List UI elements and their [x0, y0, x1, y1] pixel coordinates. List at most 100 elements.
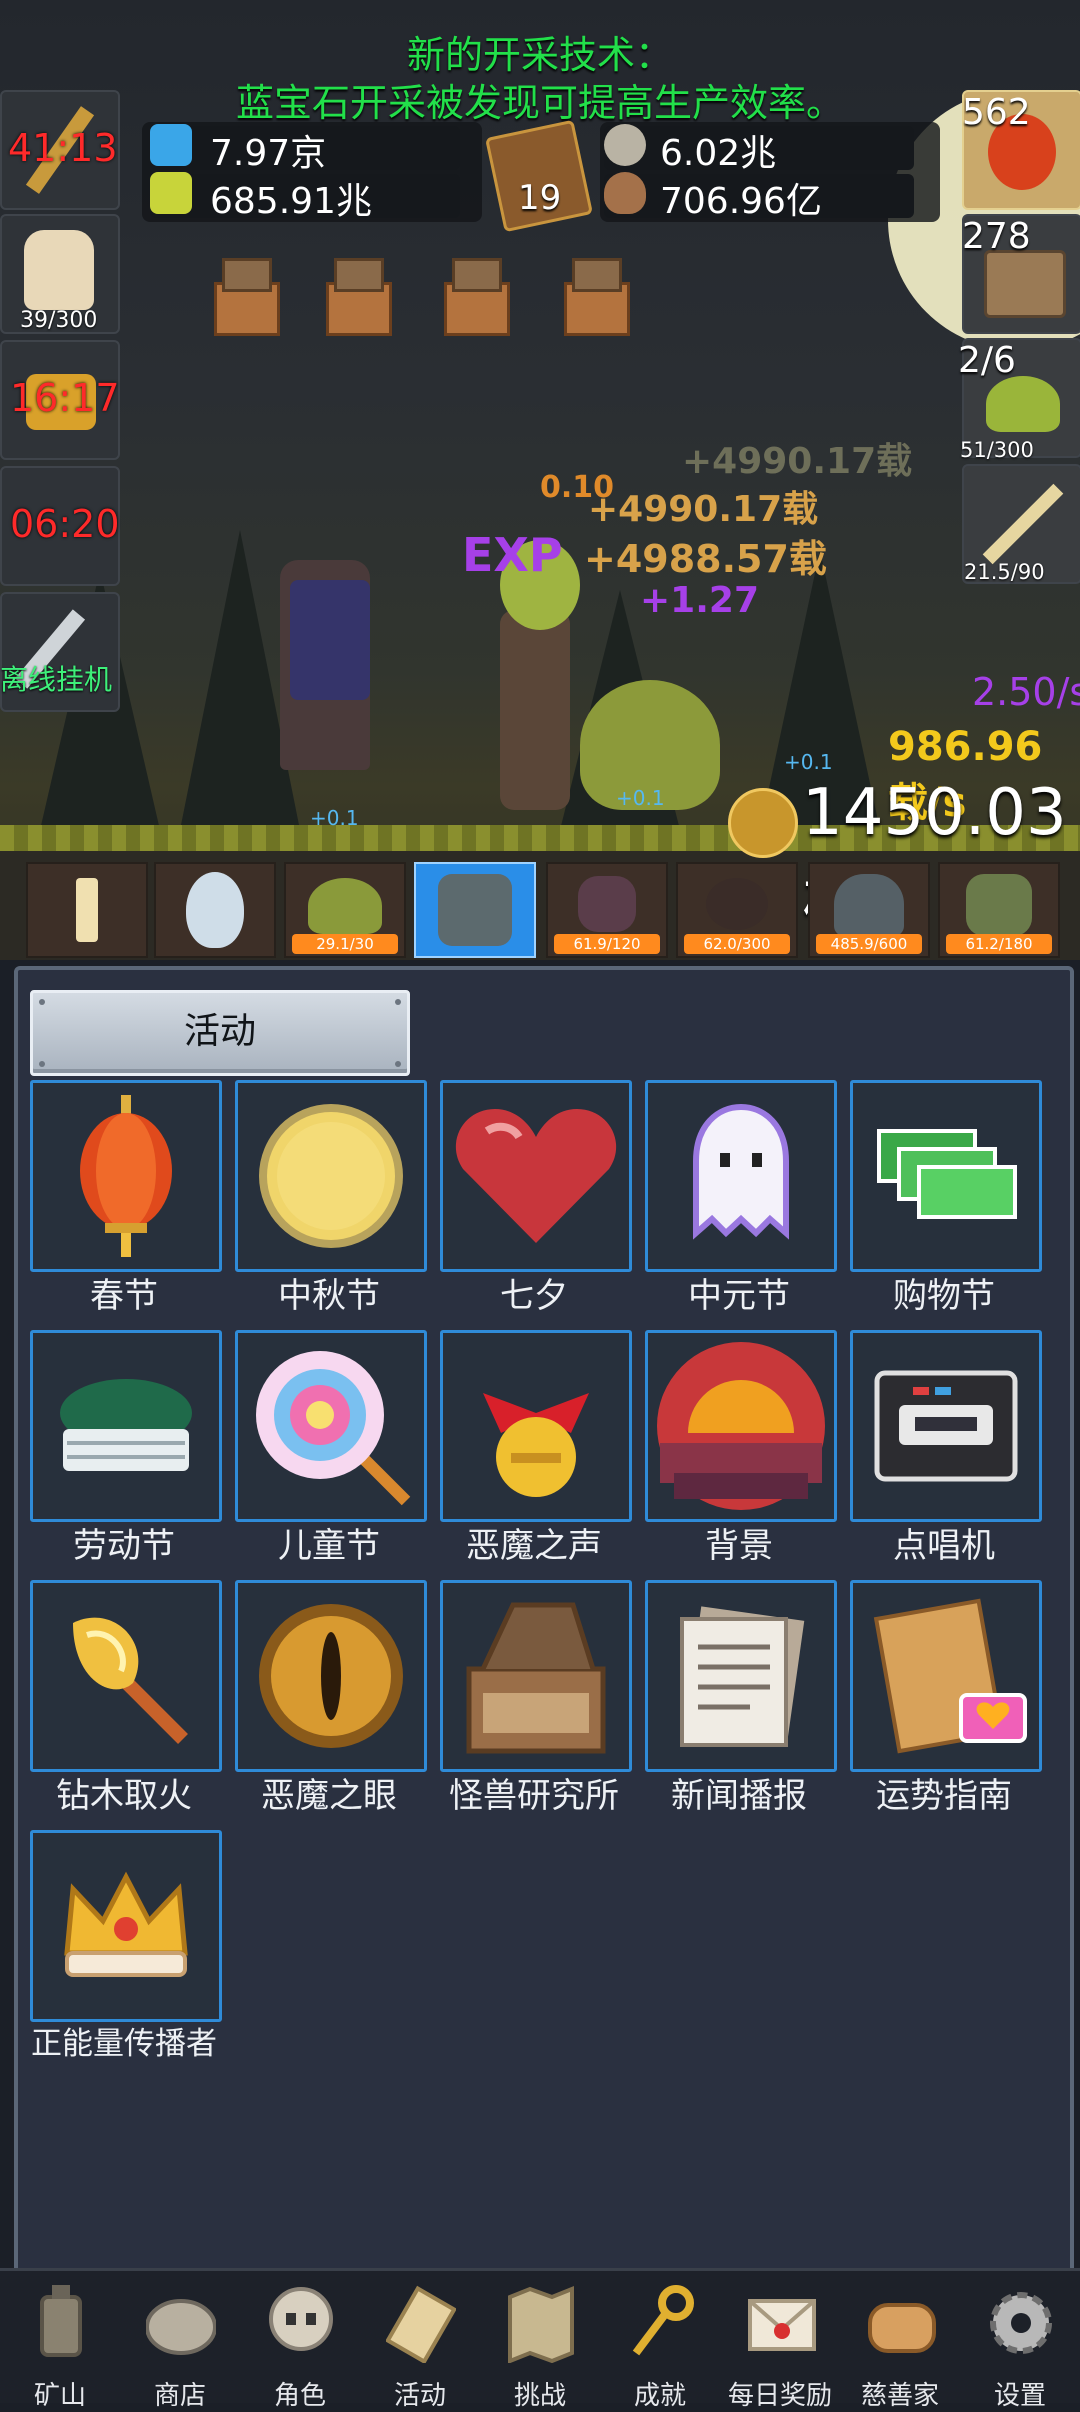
- torch-timer: 41:13: [8, 126, 118, 170]
- monster-slot-zombie[interactable]: [414, 862, 536, 958]
- nav-character[interactable]: 角色: [240, 2271, 360, 2411]
- activity-demon-voice[interactable]: [440, 1330, 632, 1522]
- activity-label: 怪兽研究所: [449, 1776, 619, 1816]
- sword-count: 21.5/90: [964, 560, 1045, 584]
- activity-monster-lab[interactable]: [440, 1580, 632, 1772]
- activity-label: 购物节: [893, 1276, 995, 1316]
- lab-chest-icon: [466, 1602, 606, 1754]
- notice-line-2: 蓝宝石开采被发现可提高生产效率。: [235, 81, 844, 125]
- activity-label: 春节: [90, 1276, 158, 1316]
- bat-icon: [578, 876, 636, 932]
- map-icon: [508, 2286, 574, 2363]
- float-text: +4990.17载: [682, 441, 913, 482]
- potion-count: 562: [962, 92, 1031, 133]
- exp-text: EXP: [462, 528, 563, 582]
- float-text: 0.10: [540, 470, 615, 505]
- activity-mid-autumn[interactable]: [235, 1080, 427, 1272]
- nav-label: 慈善家: [860, 2381, 939, 2411]
- key-icon: [632, 2285, 694, 2356]
- slime-icon: [986, 376, 1060, 432]
- mining-chest-icon[interactable]: [444, 258, 510, 336]
- exp-rate: 2.50/s: [972, 670, 1080, 714]
- nav-daily-reward[interactable]: 每日奖励: [720, 2271, 840, 2411]
- nav-settings[interactable]: 设置: [960, 2271, 1080, 2411]
- newspaper-icon: [680, 1606, 805, 1747]
- activity-demon-eye[interactable]: [235, 1580, 427, 1772]
- monster-progress: 62.0/300: [684, 934, 790, 954]
- mining-chest-icon[interactable]: [326, 258, 392, 336]
- envelope-icon: [748, 2299, 816, 2351]
- goblin-icon: [966, 874, 1032, 936]
- activity-label: 运势指南: [876, 1776, 1012, 1816]
- mining-chest-icon[interactable]: [564, 258, 630, 336]
- tab-activity[interactable]: 活动: [30, 990, 410, 1076]
- nav-shop[interactable]: 商店: [120, 2271, 240, 2411]
- silver-coin-amount: 6.02兆: [660, 133, 777, 174]
- key-chest-timer: 16:17: [10, 376, 120, 420]
- float-text: +4990.17载: [588, 489, 819, 530]
- stone-icon: [146, 2299, 216, 2355]
- drink-icon: [24, 230, 94, 310]
- nav-label: 挑战: [513, 2381, 566, 2411]
- activity-background[interactable]: [645, 1330, 837, 1522]
- lantern-icon: [80, 1095, 172, 1257]
- tab-activity-label: 活动: [183, 1011, 256, 1052]
- activity-label: 恶魔之声: [466, 1526, 602, 1566]
- nav-label: 商店: [153, 2381, 206, 2411]
- activity-label: 七夕: [500, 1276, 568, 1316]
- crown-icon: [64, 1871, 188, 1977]
- slime-count: 51/300: [960, 438, 1034, 462]
- monster-slot-bat[interactable]: 61.9/120: [546, 862, 668, 958]
- blue-potion-icon: [150, 124, 192, 166]
- slime-ratio: 2/6: [958, 340, 1016, 381]
- activity-shopping-festival[interactable]: [850, 1080, 1042, 1272]
- activity-fire-drill[interactable]: [30, 1580, 222, 1772]
- spider-icon: [706, 878, 768, 930]
- nav-label: 矿山: [33, 2381, 86, 2411]
- activity-labor-day[interactable]: [30, 1330, 222, 1522]
- player-armor: [290, 580, 370, 700]
- activity-spring-festival[interactable]: [30, 1080, 222, 1272]
- monster-slot-egg[interactable]: [154, 862, 276, 958]
- activity-ghost-festival[interactable]: [645, 1080, 837, 1272]
- lantern-icon: [40, 2285, 82, 2357]
- monster-slot-candle[interactable]: [26, 862, 148, 958]
- mining-chest-icon[interactable]: [214, 258, 280, 336]
- nav-achievement[interactable]: 成就: [600, 2271, 720, 2411]
- cash-icon: [877, 1129, 1017, 1219]
- plus-text: +0.1: [784, 750, 833, 774]
- nav-mine[interactable]: 矿山: [0, 2271, 120, 2411]
- activity-news[interactable]: [645, 1580, 837, 1772]
- monster-slot-goblin[interactable]: 61.2/180: [938, 862, 1060, 958]
- torch-icon: [73, 1617, 188, 1744]
- nav-challenge[interactable]: 挑战: [480, 2271, 600, 2411]
- activity-childrens-day[interactable]: [235, 1330, 427, 1522]
- monster-progress: 61.2/180: [946, 934, 1052, 954]
- monster-slot-ghost[interactable]: 485.9/600: [808, 862, 930, 958]
- monster-slot-slime[interactable]: 29.1/30: [284, 862, 406, 958]
- silver-coin-icon: [604, 124, 646, 166]
- float-text: +1.27: [640, 580, 759, 621]
- activity-jukebox[interactable]: [850, 1330, 1042, 1522]
- egg-icon: [186, 872, 244, 948]
- drink-count: 39/300: [20, 308, 98, 333]
- activity-label: 点唱机: [893, 1526, 995, 1566]
- nav-label: 成就: [633, 2381, 686, 2411]
- bread-icon: [868, 2303, 936, 2353]
- green-potion-amount: 685.91兆: [210, 181, 372, 222]
- bottom-nav: 矿山 商店 角色 活动 挑战 成就 每日奖励 慈善家 设置: [0, 2268, 1080, 2411]
- activity-label: 中元节: [688, 1276, 790, 1316]
- monster-slot-spider[interactable]: 62.0/300: [676, 862, 798, 958]
- activity-qixi[interactable]: [440, 1080, 632, 1272]
- activity-positive-energy[interactable]: [30, 1830, 222, 2022]
- bell-bow-icon: [483, 1393, 589, 1497]
- nav-label: 活动: [393, 2381, 446, 2411]
- nav-activity[interactable]: 活动: [360, 2271, 480, 2411]
- plus-text: +0.1: [616, 786, 665, 810]
- cassette-icon: [874, 1370, 1018, 1482]
- float-text: +4988.57载: [584, 537, 827, 581]
- ghost-icon: [693, 1103, 789, 1240]
- skull-icon: [269, 2287, 333, 2351]
- nav-philanthropist[interactable]: 慈善家: [840, 2271, 960, 2411]
- activity-fortune-guide[interactable]: [850, 1580, 1042, 1772]
